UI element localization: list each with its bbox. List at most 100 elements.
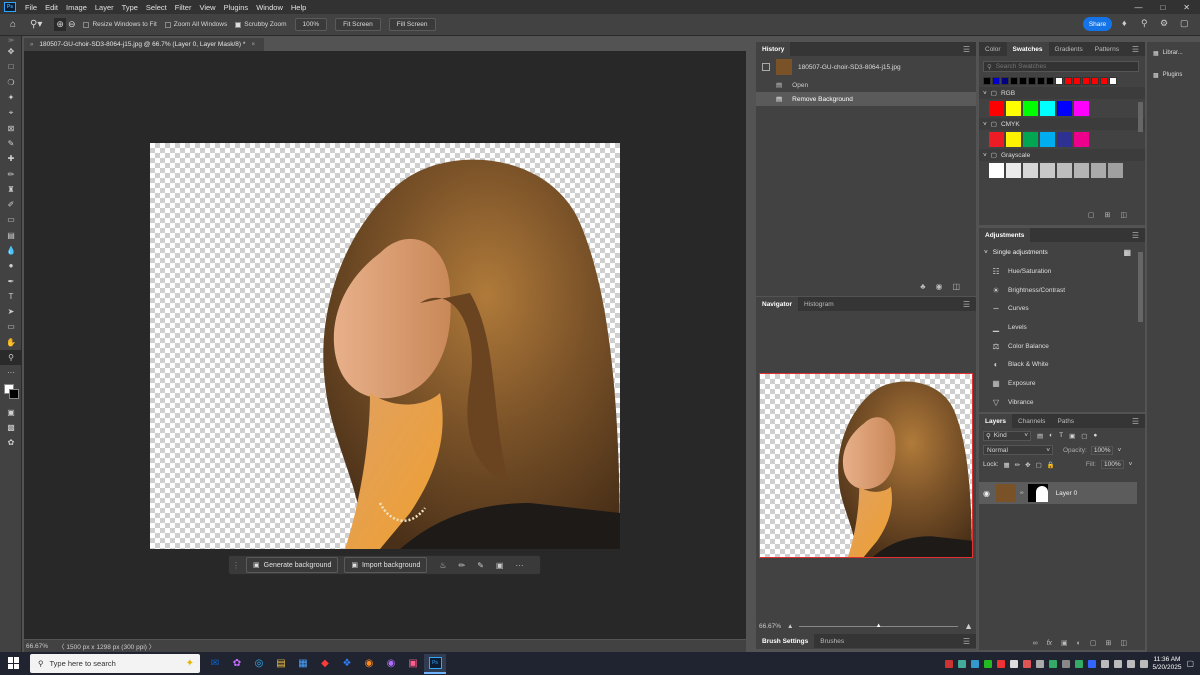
adjustment-layer-icon[interactable]: ◐: [1077, 640, 1081, 647]
dropbox-icon[interactable]: ❖: [336, 654, 358, 674]
tray-app-icon[interactable]: [1061, 659, 1070, 668]
instagram-icon[interactable]: ▣: [402, 654, 424, 674]
fit-screen-button[interactable]: Fit Screen: [335, 18, 381, 31]
menu-layer[interactable]: Layer: [91, 3, 118, 12]
eraser-mask-icon[interactable]: ✎: [477, 561, 484, 570]
swatch[interactable]: [1006, 163, 1021, 178]
taskbar-search[interactable]: ⚲ Type here to search ✦: [30, 654, 200, 673]
search-icon[interactable]: ⚲: [1141, 18, 1148, 29]
history-step[interactable]: ▤ Remove Background: [756, 92, 976, 106]
panel-menu-icon[interactable]: ☰: [1132, 45, 1145, 54]
history-brush-tool-icon[interactable]: ✐: [0, 197, 22, 212]
menu-help[interactable]: Help: [287, 3, 310, 12]
clone-stamp-tool-icon[interactable]: ♜: [0, 182, 22, 197]
swatch-group-header[interactable]: ˅ ▢ CMYK: [979, 118, 1145, 130]
app-purple-icon[interactable]: ◉: [380, 654, 402, 674]
chevron-down-icon[interactable]: ˅: [1129, 461, 1133, 468]
swatch[interactable]: [1091, 163, 1106, 178]
swatch[interactable]: [1074, 132, 1089, 147]
tab-paths[interactable]: Paths: [1051, 414, 1080, 428]
trash-icon[interactable]: ◫: [1120, 211, 1127, 223]
eye-icon[interactable]: ◉: [983, 489, 990, 498]
zoom-all-checkbox[interactable]: Zoom All Windows: [164, 21, 227, 28]
maximize-icon[interactable]: □: [1160, 3, 1165, 12]
blur-tool-icon[interactable]: 💧: [0, 243, 22, 258]
camera-icon[interactable]: ◉: [935, 282, 942, 296]
frame-tool-icon[interactable]: ⊠: [0, 120, 22, 135]
tray-app-icon[interactable]: [957, 659, 966, 668]
opacity-field[interactable]: 100%: [1090, 445, 1114, 455]
history-snapshot[interactable]: 180507-GU-choir-SD3-8064-j15.jpg: [756, 56, 976, 78]
recent-swatch[interactable]: [1073, 77, 1081, 85]
bell-icon[interactable]: ♦: [1122, 18, 1127, 28]
workspace-icon[interactable]: ▢: [1180, 18, 1189, 29]
firefox-icon[interactable]: ◉: [358, 654, 380, 674]
resize-windows-checkbox[interactable]: Resize Windows to Fit: [83, 21, 157, 28]
plugins-button[interactable]: ▩ Plugins: [1147, 64, 1200, 86]
lock-artboard-icon[interactable]: ▢: [1036, 461, 1042, 469]
folder-icon[interactable]: ▢: [1088, 211, 1095, 223]
tray-app-icon[interactable]: [1009, 659, 1018, 668]
layer-name[interactable]: Layer 0: [1056, 490, 1078, 497]
gradient-tool-icon[interactable]: ▤: [0, 228, 22, 243]
swatch[interactable]: [989, 163, 1004, 178]
home-icon[interactable]: ⌂: [10, 19, 16, 30]
single-adjustments-header[interactable]: ˅ Single adjustments ▦: [979, 242, 1145, 262]
gear-icon[interactable]: ⚙: [1160, 18, 1168, 29]
tray-app-icon[interactable]: [1100, 659, 1109, 668]
layer-mask-thumbnail[interactable]: [1027, 484, 1048, 502]
menu-file[interactable]: File: [21, 3, 41, 12]
filter-smart-object-icon[interactable]: ▢: [1081, 432, 1087, 440]
chevron-down-icon[interactable]: ˅: [1117, 447, 1121, 454]
menu-view[interactable]: View: [195, 3, 219, 12]
file-explorer-icon[interactable]: ▤: [270, 654, 292, 674]
tray-app-icon[interactable]: [1022, 659, 1031, 668]
eyedropper-tool-icon[interactable]: ✎: [0, 136, 22, 151]
zoom-tool-preset-icon[interactable]: ⚲▾: [30, 19, 42, 30]
recent-swatch[interactable]: [1064, 77, 1072, 85]
tab-scroll-icon[interactable]: »: [30, 42, 33, 48]
filter-adjustment-icon[interactable]: ◐: [1049, 432, 1053, 439]
lock-position-icon[interactable]: ✥: [1025, 461, 1030, 469]
fill-screen-button[interactable]: Fill Screen: [388, 18, 436, 31]
drag-handle-icon[interactable]: ⋮: [232, 561, 240, 570]
store-icon[interactable]: ▦: [292, 654, 314, 674]
recent-swatch[interactable]: [1055, 77, 1063, 85]
recent-swatch[interactable]: [1109, 77, 1117, 85]
canvas-area[interactable]: [24, 51, 746, 639]
notification-icon[interactable]: ▢: [1186, 659, 1194, 668]
snapshot-brush-icon[interactable]: [762, 63, 770, 71]
swatch[interactable]: [1074, 163, 1089, 178]
status-doc-info[interactable]: 〈 1500 px x 1298 px (300 ppi) 〉: [58, 641, 155, 651]
navigator-preview[interactable]: [759, 373, 973, 558]
swatch[interactable]: [1040, 132, 1055, 147]
tray-app-icon[interactable]: [1035, 659, 1044, 668]
filter-shape-icon[interactable]: ▣: [1069, 432, 1075, 440]
swatch[interactable]: [1006, 132, 1021, 147]
adjustments-scrollbar[interactable]: [1138, 252, 1143, 322]
panel-menu-icon[interactable]: ☰: [963, 637, 976, 646]
outlook-icon[interactable]: ✉: [204, 654, 226, 674]
pen-tool-icon[interactable]: ✒: [0, 273, 22, 288]
panel-menu-icon[interactable]: ☰: [963, 300, 976, 309]
adj-curves[interactable]: ∽ Curves: [979, 299, 1145, 318]
blend-mode-select[interactable]: Normal ˅: [983, 445, 1053, 455]
import-background-button[interactable]: ▣ Import background: [344, 557, 428, 573]
recent-swatch[interactable]: [1010, 77, 1018, 85]
tab-history[interactable]: History: [756, 42, 791, 56]
tab-navigator[interactable]: Navigator: [756, 297, 798, 311]
windows-start-icon[interactable]: [8, 657, 20, 669]
swatch[interactable]: [1040, 163, 1055, 178]
swatch[interactable]: [1074, 101, 1089, 116]
recent-swatch[interactable]: [1001, 77, 1009, 85]
recent-swatch[interactable]: [992, 77, 1000, 85]
status-zoom[interactable]: 66.67%: [26, 643, 48, 650]
panel-menu-icon[interactable]: ☰: [1132, 231, 1145, 240]
navigator-zoom-slider[interactable]: ▲: [799, 623, 959, 629]
search-swatches-input[interactable]: [995, 63, 1116, 70]
kind-filter-select[interactable]: ⚲ Kind ˅: [983, 430, 1031, 441]
move-tool-icon[interactable]: ✥: [0, 44, 22, 59]
path-selection-tool-icon[interactable]: ➤: [0, 304, 22, 319]
search-swatches-field[interactable]: ⚲: [983, 61, 1139, 72]
lock-transparency-icon[interactable]: ▦: [1004, 461, 1010, 469]
